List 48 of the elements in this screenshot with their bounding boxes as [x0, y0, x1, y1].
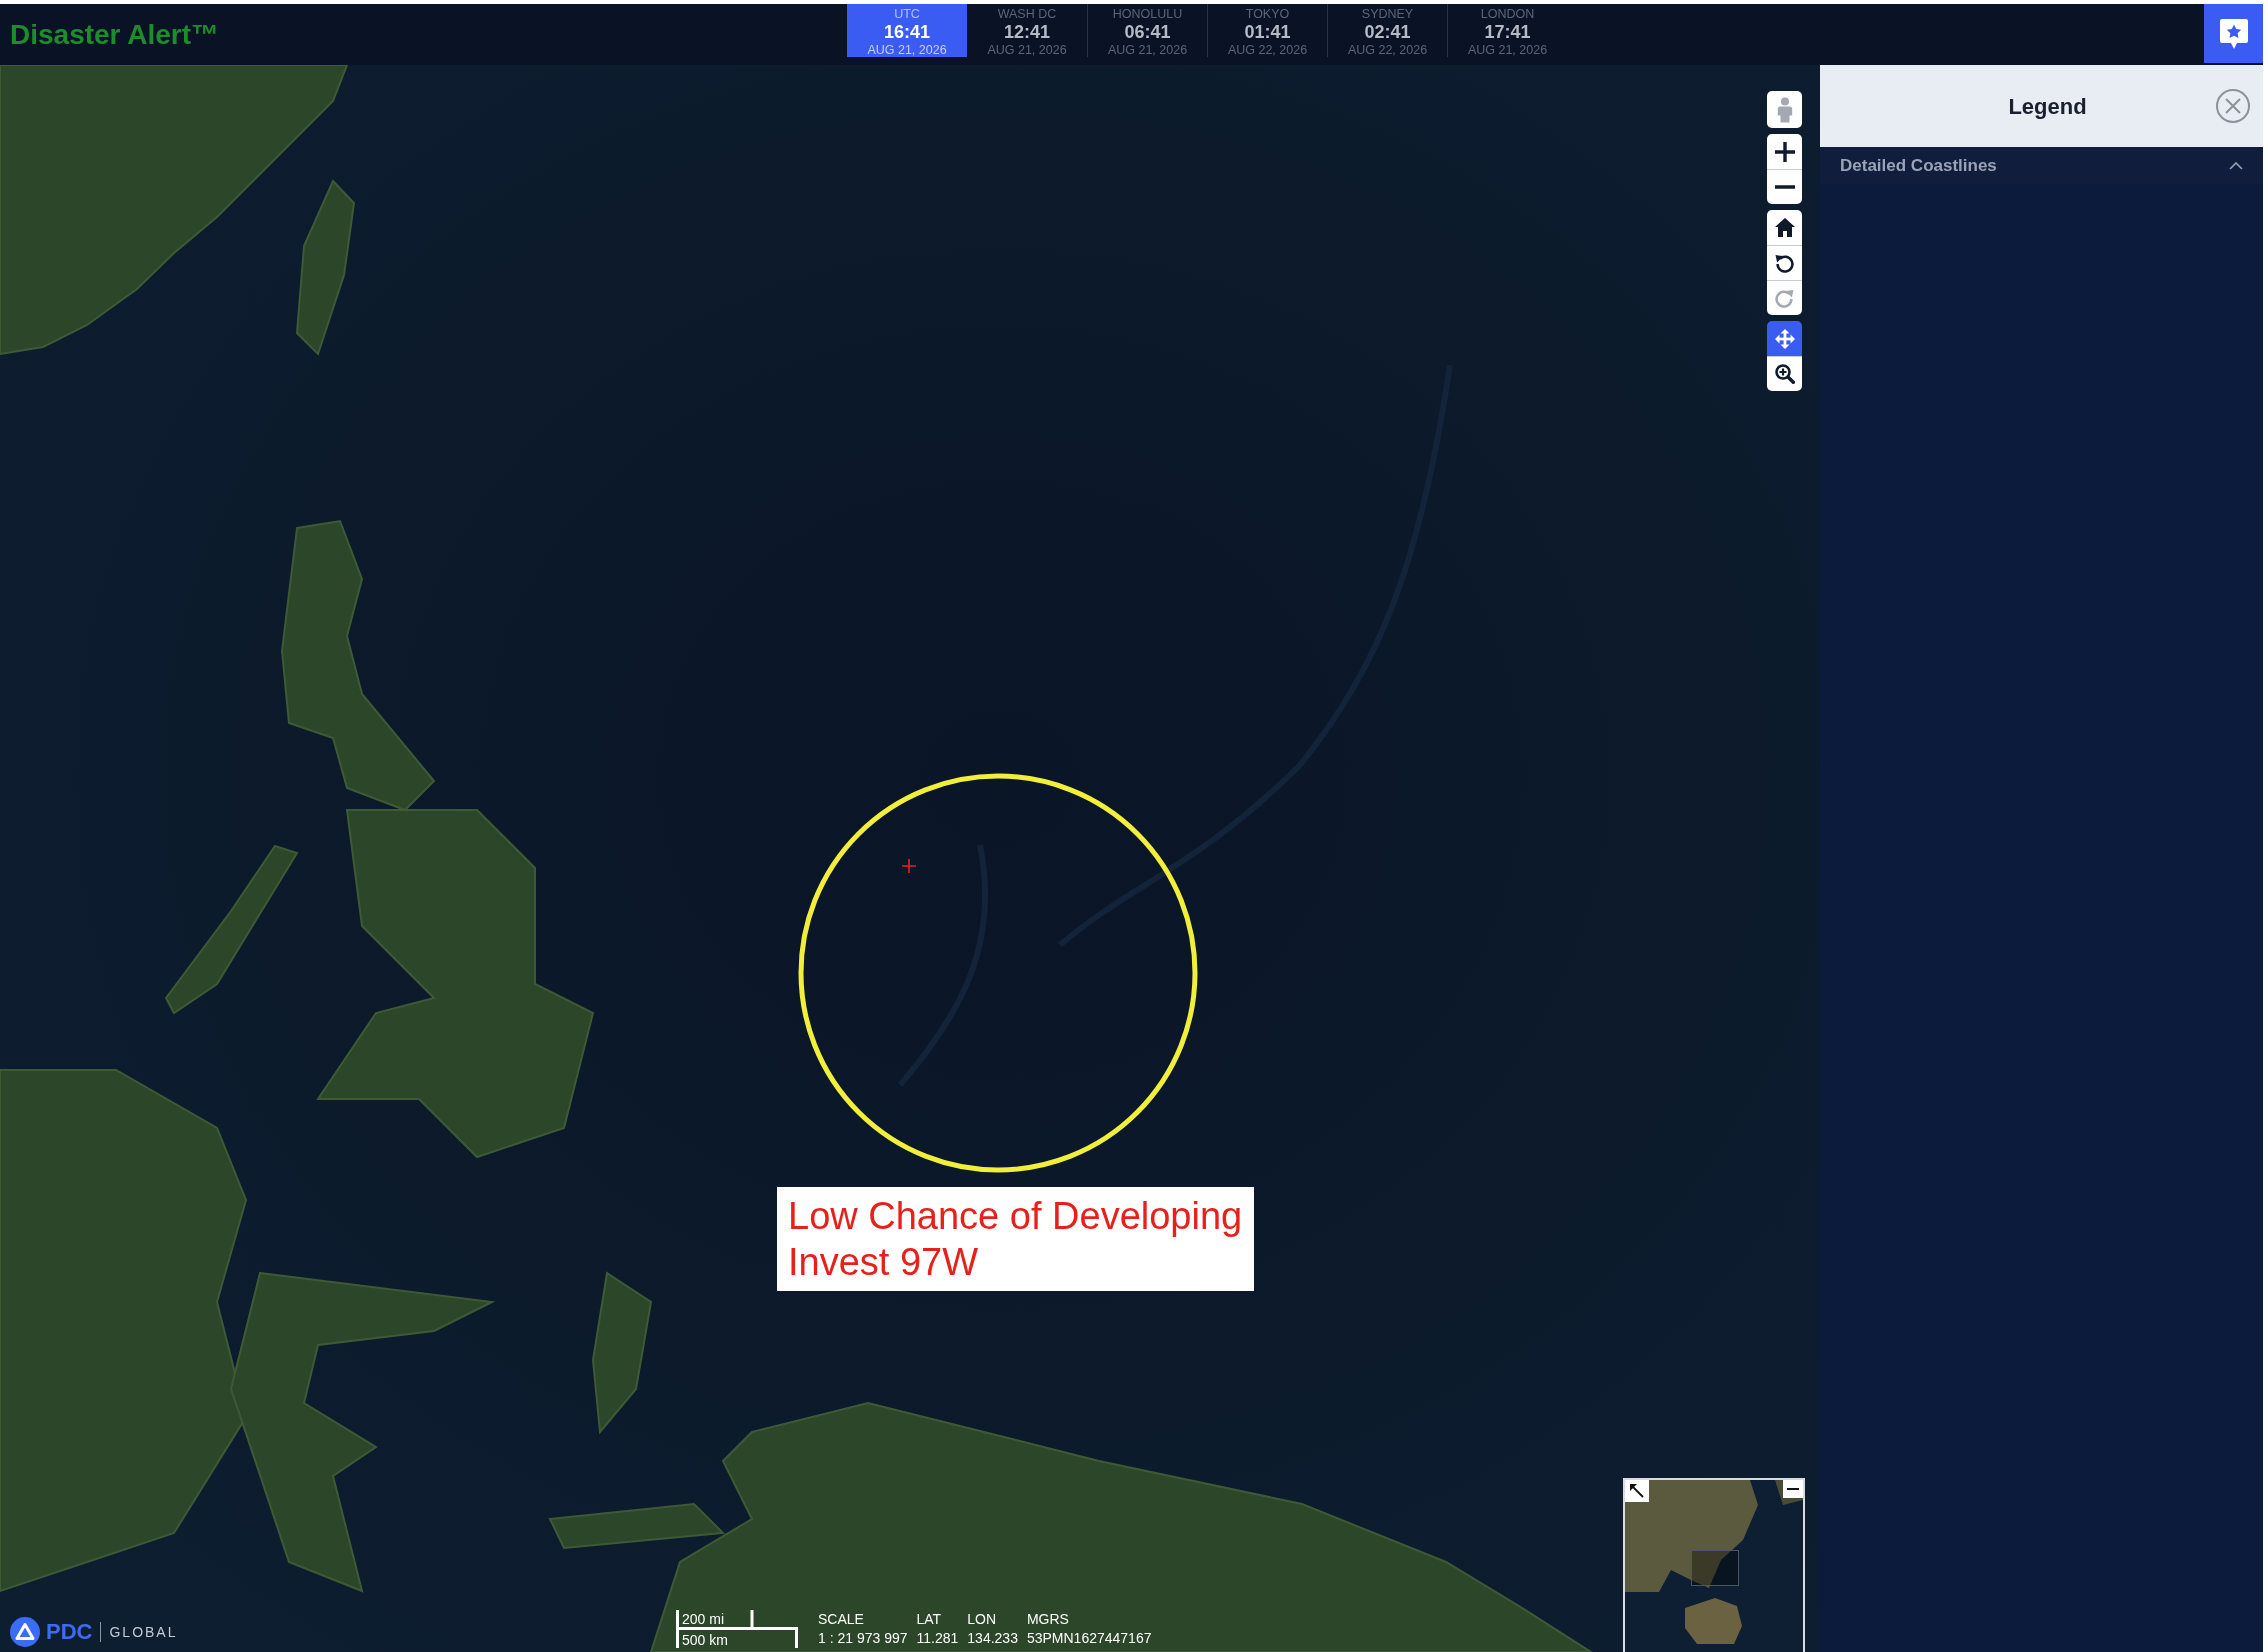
- zoom-out-button[interactable]: [1767, 169, 1802, 204]
- time-zone-tab[interactable]: TOKYO 01:41 AUG 22, 2026: [1207, 4, 1327, 57]
- time-zone-tab[interactable]: HONOLULU 06:41 AUG 21, 2026: [1087, 4, 1207, 57]
- viewport-frame[interactable]: [1691, 1550, 1739, 1586]
- star-bubble-icon: [2219, 18, 2248, 49]
- readout-value: 53PMN1627447167: [1026, 1629, 1152, 1647]
- collapse-button[interactable]: [1625, 1480, 1649, 1502]
- minimize-button[interactable]: [1783, 1480, 1803, 1498]
- time-zone-tab[interactable]: UTC 16:41 AUG 21, 2026: [847, 4, 967, 57]
- legend-title: Legend: [2007, 92, 2088, 121]
- scale-distance-label: 500 km: [682, 1632, 728, 1648]
- app-title: Disaster Alert™: [10, 18, 220, 51]
- time-zone-tab[interactable]: SYDNEY 02:41 AUG 22, 2026: [1327, 4, 1447, 57]
- close-button[interactable]: [2215, 88, 2251, 124]
- zoom-in-button[interactable]: [1767, 134, 1802, 169]
- readout-label: LAT: [916, 1610, 943, 1629]
- pan-tool-button[interactable]: [1767, 321, 1802, 356]
- person-icon: [1775, 96, 1794, 123]
- readout-value: 1 : 21 973 997: [818, 1629, 908, 1647]
- readout-label: MGRS: [1026, 1610, 1070, 1629]
- home-button[interactable]: [1767, 210, 1802, 245]
- move-arrows-icon: [1774, 328, 1795, 349]
- readout-value: 11.281: [916, 1629, 959, 1647]
- legend-section-header[interactable]: Detailed Coastlines: [1820, 147, 2263, 184]
- time-zone-tab[interactable]: WASH DC 12:41 AUG 21, 2026: [967, 4, 1087, 57]
- storm-status-label: Low Chance of Developing: [788, 1194, 1243, 1239]
- scale-distance-label: 200 mi: [682, 1611, 725, 1627]
- rotate-right-icon: [1775, 288, 1794, 308]
- plus-icon: [1774, 141, 1795, 162]
- rotate-left-icon: [1775, 253, 1794, 273]
- readout-value: 134.233: [967, 1629, 1018, 1647]
- close-icon: [2216, 89, 2250, 123]
- diagonal-arrow-icon: [1630, 1484, 1644, 1498]
- logo-icon: [10, 1617, 40, 1647]
- logo-tagline: GLOBAL: [100, 1622, 178, 1642]
- zoom-box-button[interactable]: [1767, 356, 1802, 391]
- crosshair-icon: [902, 859, 916, 873]
- rotate-left-button[interactable]: [1767, 245, 1802, 280]
- logo-brand: PDC: [46, 1619, 93, 1645]
- readout-label: LON: [967, 1610, 998, 1629]
- minus-icon: [1787, 1488, 1799, 1490]
- time-zone-tab[interactable]: LONDON 17:41 AUG 21, 2026: [1447, 4, 1567, 57]
- storm-name-label: Invest 97W: [788, 1240, 980, 1285]
- magnifier-plus-icon: [1774, 364, 1795, 384]
- star-message-button[interactable]: [2204, 4, 2263, 63]
- home-icon: [1774, 218, 1795, 237]
- readout-label: SCALE: [818, 1610, 865, 1629]
- minus-icon: [1774, 185, 1795, 189]
